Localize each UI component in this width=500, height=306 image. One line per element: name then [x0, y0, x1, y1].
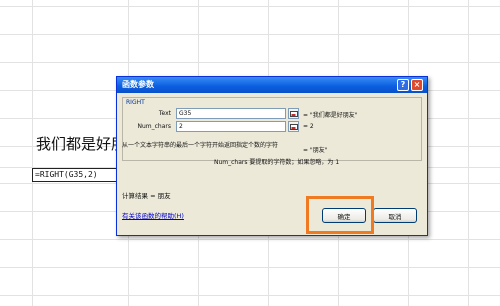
grid-line	[0, 62, 500, 63]
arg-label-num-chars: Num_chars	[137, 123, 171, 130]
collapse-dialog-icon[interactable]	[288, 121, 299, 132]
dialog-title: 函数参数	[122, 80, 154, 89]
formula-total-result: = "朋友"	[303, 147, 328, 154]
text-arg-result: = "我们都是好朋友"	[303, 112, 358, 119]
num-chars-arg-result: = 2	[303, 123, 314, 130]
grid-line	[0, 6, 500, 7]
text-arg-input[interactable]: G35	[176, 108, 286, 119]
function-help-link[interactable]: 有关该函数的帮助(H)	[122, 210, 184, 220]
grid-line	[0, 267, 500, 268]
num-chars-arg-input[interactable]: 2	[176, 121, 286, 132]
cell-g35-text[interactable]: 我们都是好朋	[36, 133, 126, 154]
active-formula-cell[interactable]: =RIGHT(G35,2)	[32, 168, 128, 182]
grid-line	[468, 0, 469, 306]
grid-line	[0, 34, 500, 35]
arg-label-text: Text	[158, 110, 171, 117]
grid-line	[32, 0, 33, 306]
function-description: 从一个文本字符串的最后一个字符开始返回指定个数的字符	[122, 142, 279, 149]
ok-button-highlight-box	[306, 196, 374, 234]
function-name: RIGHT	[126, 99, 145, 106]
close-button[interactable]: ×	[411, 79, 423, 91]
grid-line	[0, 239, 500, 240]
function-group-box: RIGHT Text G35 = "我们都是好朋友" Num_chars 2 =…	[122, 97, 422, 161]
help-button[interactable]: ?	[397, 79, 409, 91]
dialog-titlebar[interactable]: 函数参数 ? ×	[117, 77, 427, 93]
collapse-dialog-icon[interactable]	[288, 108, 299, 119]
grid-line	[0, 295, 500, 296]
formula-text: =RIGHT(G35,2)	[35, 170, 98, 179]
function-arguments-dialog: 函数参数 ? × RIGHT Text G35 = "我们都是好朋友" Num_…	[116, 76, 428, 236]
argument-description: Num_chars 要提取的字符数；如果忽略，为 1	[214, 159, 340, 166]
calculation-result: 计算结果 = 朋友	[122, 192, 171, 200]
cancel-button[interactable]: 取消	[373, 208, 417, 223]
